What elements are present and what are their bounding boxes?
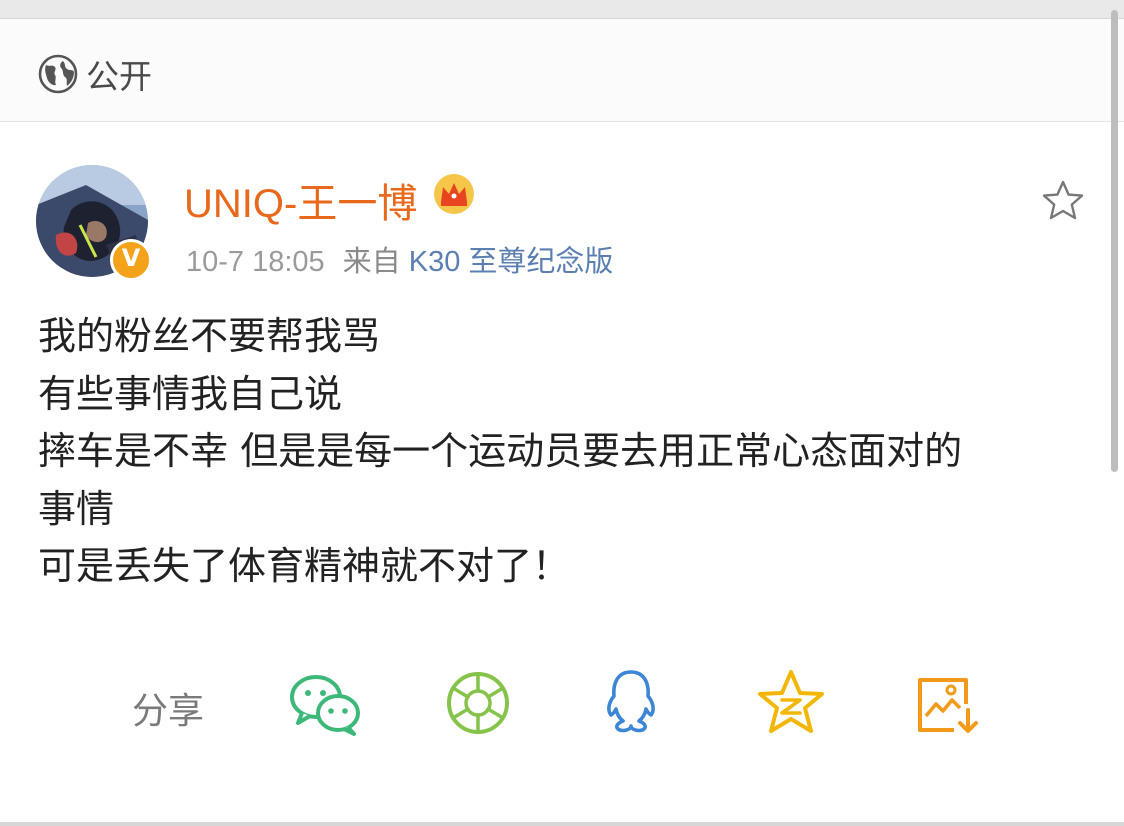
visibility-bar[interactable]: 公开: [0, 19, 1124, 122]
wechat-icon[interactable]: [288, 671, 362, 737]
post-line: 我的粉丝不要帮我骂: [38, 314, 381, 358]
post-meta: 10-7 18:05 来自 K30 至尊纪念版: [186, 238, 613, 280]
visibility-label: 公开: [86, 57, 152, 96]
post-line: 可是丢失了体育精神就不对了！: [38, 544, 571, 588]
top-strip: [0, 0, 1124, 19]
moments-icon[interactable]: [445, 670, 511, 736]
globe-icon: [38, 54, 78, 94]
source-prefix: 来自: [342, 246, 401, 278]
share-label: 分享: [132, 691, 205, 732]
bottom-divider: [0, 822, 1124, 826]
verified-badge: V: [110, 239, 152, 281]
qq-icon[interactable]: [602, 668, 660, 738]
qzone-icon[interactable]: [756, 668, 826, 736]
crown-icon: [434, 174, 474, 214]
post-timestamp: 10-7 18:05: [186, 246, 325, 278]
post-line: 有些事情我自己说: [38, 371, 343, 416]
star-outline-icon[interactable]: [1040, 178, 1086, 224]
post-content: 我的粉丝不要帮我骂 有些事情我自己说 摔车是不幸 但是是每一个运动员要去用正常心…: [38, 308, 1098, 596]
save-image-icon[interactable]: [914, 674, 980, 736]
source-device-link[interactable]: K30 至尊纪念版: [409, 246, 614, 278]
post-line: 事情: [38, 486, 115, 531]
author-name[interactable]: UNIQ-王一博: [184, 171, 417, 229]
scrollbar[interactable]: [1111, 10, 1118, 472]
post-line: 摔车是不幸 但是是每一个运动员要去用正常心态面对的: [38, 429, 963, 473]
